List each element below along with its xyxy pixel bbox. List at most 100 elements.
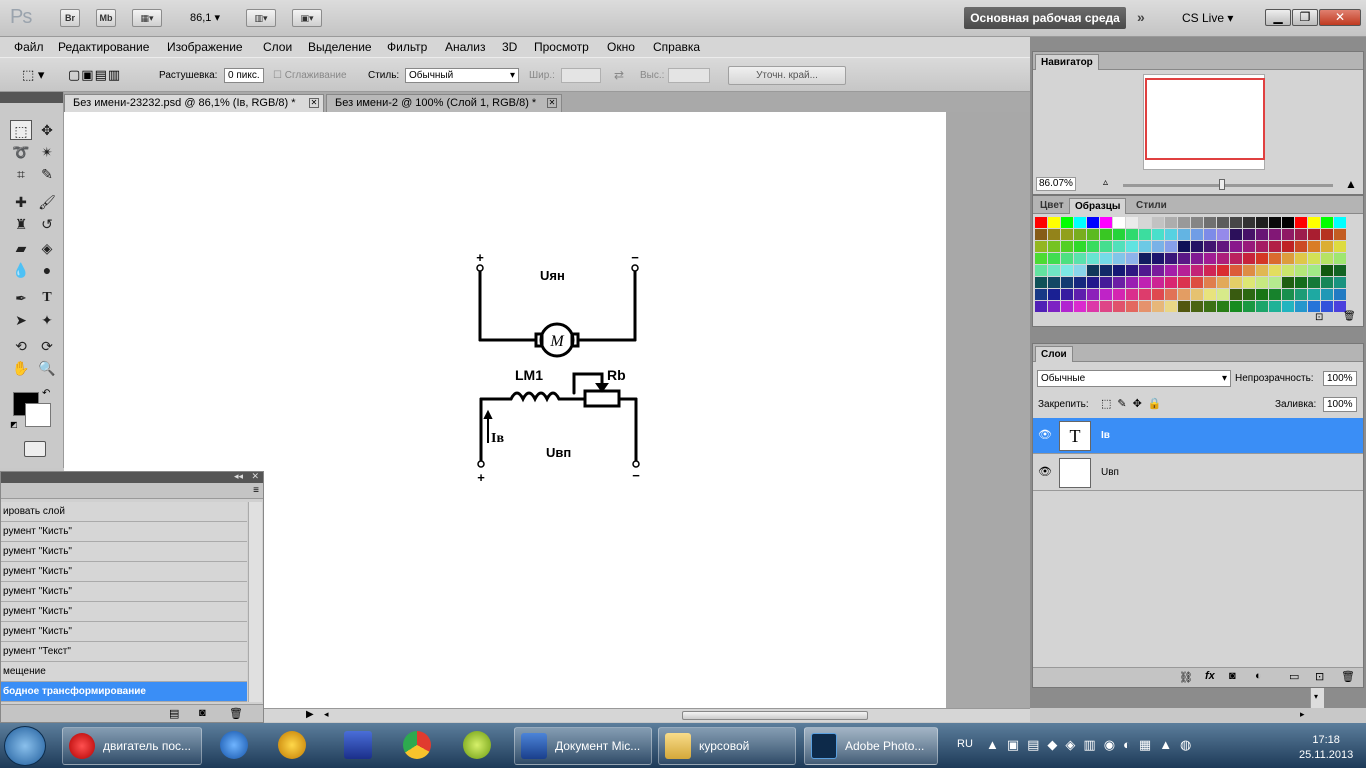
color-swatch[interactable]: [1282, 253, 1294, 264]
tab-document-1[interactable]: Без имени-23232.psd @ 86,1% (Iв, RGB/8) …: [64, 94, 324, 112]
color-swatch[interactable]: [1295, 277, 1307, 288]
color-swatch[interactable]: [1191, 301, 1203, 312]
color-swatch[interactable]: [1074, 229, 1086, 240]
language-indicator[interactable]: RU: [957, 738, 973, 750]
chrome-icon[interactable]: [397, 728, 437, 764]
color-swatch[interactable]: [1165, 265, 1177, 276]
eyedropper-tool-icon[interactable]: ✎: [36, 164, 58, 184]
color-swatch[interactable]: [1035, 253, 1047, 264]
width-input[interactable]: [561, 68, 601, 83]
history-brush-tool-icon[interactable]: ↺: [36, 214, 58, 234]
color-swatch[interactable]: [1321, 229, 1333, 240]
color-swatch[interactable]: [1113, 241, 1125, 252]
horizontal-scrollbar[interactable]: ▶ ◂ ▸: [264, 708, 1305, 722]
color-swatch[interactable]: [1308, 241, 1320, 252]
color-swatch[interactable]: [1178, 301, 1190, 312]
fx-icon[interactable]: fx: [1205, 670, 1215, 682]
path-selection-tool-icon[interactable]: ➤: [10, 310, 32, 330]
color-swatch[interactable]: [1308, 265, 1320, 276]
swatch-grid[interactable]: [1035, 217, 1355, 313]
extras-icon[interactable]: ▦▾: [132, 9, 162, 27]
color-swatch[interactable]: [1100, 301, 1112, 312]
color-swatch[interactable]: [1269, 241, 1281, 252]
brush-tool-icon[interactable]: 🖌: [36, 192, 58, 212]
color-swatch[interactable]: [1269, 265, 1281, 276]
color-swatch[interactable]: [1191, 253, 1203, 264]
close-tab-icon[interactable]: ✕: [309, 98, 319, 108]
start-button[interactable]: [4, 726, 46, 766]
color-swatch[interactable]: [1269, 229, 1281, 240]
scrollbar-thumb[interactable]: [682, 711, 868, 720]
color-swatch[interactable]: [1074, 301, 1086, 312]
tab-styles[interactable]: Стили: [1131, 198, 1172, 214]
color-swatch[interactable]: [1126, 253, 1138, 264]
color-swatch[interactable]: [1321, 289, 1333, 300]
restore-button[interactable]: ❐: [1292, 9, 1318, 26]
color-swatch[interactable]: [1139, 229, 1151, 240]
color-swatch[interactable]: [1204, 253, 1216, 264]
color-swatch[interactable]: [1243, 229, 1255, 240]
history-item[interactable]: румент "Кисть": [1, 622, 247, 642]
trash-icon[interactable]: 🗑: [1341, 670, 1355, 683]
color-swatch[interactable]: [1074, 277, 1086, 288]
opacity-input[interactable]: 100%: [1323, 371, 1357, 386]
tab-swatches[interactable]: Образцы: [1069, 198, 1127, 214]
menu-3d[interactable]: 3D: [502, 40, 517, 54]
color-swatch[interactable]: [1204, 241, 1216, 252]
color-swatch[interactable]: [1321, 253, 1333, 264]
color-swatch[interactable]: [1178, 253, 1190, 264]
new-group-icon[interactable]: ▭: [1289, 670, 1299, 683]
taskbar-item-folder[interactable]: курсовой: [658, 727, 796, 765]
color-swatch[interactable]: [1061, 229, 1073, 240]
snapshot-icon[interactable]: ◙: [199, 707, 206, 719]
color-swatch[interactable]: [1048, 217, 1060, 228]
color-swatch[interactable]: [1243, 277, 1255, 288]
color-swatch[interactable]: [1204, 301, 1216, 312]
color-swatch[interactable]: [1204, 265, 1216, 276]
color-swatch[interactable]: [1152, 289, 1164, 300]
color-swatch[interactable]: [1061, 289, 1073, 300]
color-swatch[interactable]: [1087, 229, 1099, 240]
more-workspaces-icon[interactable]: »: [1137, 9, 1145, 25]
color-swatch[interactable]: [1087, 253, 1099, 264]
color-swatch[interactable]: [1048, 301, 1060, 312]
menu-view[interactable]: Просмотр: [534, 40, 589, 54]
vertical-scroll-down[interactable]: ▾: [1310, 688, 1324, 708]
color-swatch[interactable]: [1061, 241, 1073, 252]
mini-bridge-button[interactable]: Mb: [96, 9, 116, 27]
color-swatch[interactable]: [1191, 241, 1203, 252]
color-swatch[interactable]: [1087, 289, 1099, 300]
color-swatch[interactable]: [1295, 217, 1307, 228]
color-swatch[interactable]: [1230, 265, 1242, 276]
3d-rotate-tool-icon[interactable]: ⟲: [10, 336, 32, 356]
color-swatch[interactable]: [1035, 229, 1047, 240]
color-swatch[interactable]: [1295, 301, 1307, 312]
history-item[interactable]: румент "Кисть": [1, 582, 247, 602]
trash-icon[interactable]: 🗑: [1343, 311, 1356, 322]
type-tool-icon[interactable]: T: [36, 288, 58, 308]
refine-edge-button[interactable]: Уточн. край...: [728, 66, 846, 85]
color-swatch[interactable]: [1100, 217, 1112, 228]
color-swatch[interactable]: [1113, 217, 1125, 228]
color-swatch[interactable]: [1230, 241, 1242, 252]
new-document-from-state-icon[interactable]: ▤: [169, 707, 179, 720]
color-swatch[interactable]: [1126, 289, 1138, 300]
screen-mode-icon[interactable]: ▣▾: [292, 9, 322, 27]
color-swatch[interactable]: [1256, 277, 1268, 288]
layer-row[interactable]: 👁 T Iв: [1033, 418, 1363, 454]
color-swatch[interactable]: [1074, 265, 1086, 276]
color-swatch[interactable]: [1100, 265, 1112, 276]
color-swatch[interactable]: [1204, 229, 1216, 240]
color-swatch[interactable]: [1230, 289, 1242, 300]
color-swatch[interactable]: [1256, 289, 1268, 300]
color-swatch[interactable]: [1217, 289, 1229, 300]
color-swatch[interactable]: [1191, 289, 1203, 300]
color-swatch[interactable]: [1243, 289, 1255, 300]
color-swatch[interactable]: [1230, 253, 1242, 264]
color-swatch[interactable]: [1282, 301, 1294, 312]
eraser-tool-icon[interactable]: ▰: [10, 238, 32, 258]
history-item[interactable]: румент "Текст": [1, 642, 247, 662]
color-swatch[interactable]: [1126, 217, 1138, 228]
marquee-preset-icon[interactable]: ⬚ ▾: [22, 67, 44, 83]
color-swatch[interactable]: [1061, 265, 1073, 276]
